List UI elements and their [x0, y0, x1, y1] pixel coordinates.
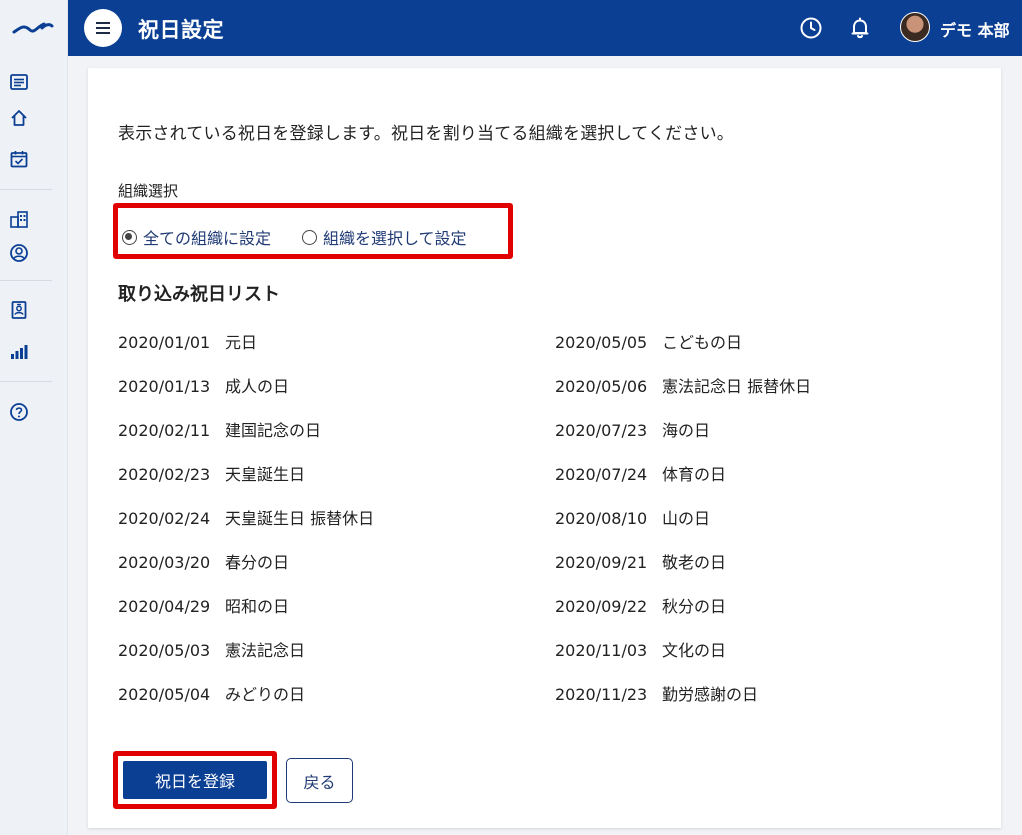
clock-icon[interactable]	[799, 16, 823, 40]
home-icon[interactable]	[9, 108, 29, 128]
list-item: 2020/11/23 勤労感謝の日	[555, 681, 758, 705]
holiday-name: 春分の日	[225, 553, 290, 572]
holiday-date: 2020/05/05	[555, 333, 648, 352]
holiday-date: 2020/07/24	[555, 465, 648, 484]
radio-all-label[interactable]: 全ての組織に設定	[143, 225, 271, 249]
list-item: 2020/05/06 憲法記念日 振替休日	[555, 373, 811, 397]
list-item: 2020/01/13 成人の日	[118, 373, 289, 397]
list-item: 2020/02/24 天皇誕生日 振替休日	[118, 505, 374, 529]
calendar-check-icon[interactable]	[9, 149, 29, 169]
list-item: 2020/09/21 敬老の日	[555, 549, 726, 573]
holiday-name: 憲法記念日 振替休日	[662, 377, 812, 396]
holiday-name: こどもの日	[662, 333, 743, 352]
holiday-date: 2020/02/23	[118, 465, 211, 484]
register-button-highlight: 祝日を登録	[113, 751, 277, 809]
org-radio-group: 全ての組織に設定 組織を選択して設定	[113, 203, 513, 259]
holiday-date: 2020/01/13	[118, 377, 211, 396]
radio-unchecked-icon[interactable]	[302, 229, 317, 245]
main-card: 表示されている祝日を登録します。祝日を割り当てる組織を選択してください。 組織選…	[88, 68, 1001, 828]
holiday-name: 勤労感謝の日	[662, 685, 759, 704]
user-circle-icon[interactable]	[9, 243, 29, 263]
holiday-name: 憲法記念日	[225, 641, 306, 660]
top-header: 祝日設定 デモ 本部	[68, 0, 1022, 56]
menu-button[interactable]	[84, 9, 122, 47]
hamburger-icon	[96, 22, 110, 24]
holiday-date: 2020/07/23	[555, 421, 648, 440]
help-icon[interactable]	[9, 402, 29, 422]
list-item: 2020/03/20 春分の日	[118, 549, 289, 573]
holiday-name: 天皇誕生日 振替休日	[225, 509, 375, 528]
intro-text: 表示されている祝日を登録します。祝日を割り当てる組織を選択してください。	[118, 124, 734, 144]
sidebar	[0, 0, 68, 835]
list-icon[interactable]	[9, 72, 29, 92]
list-item: 2020/04/29 昭和の日	[118, 593, 289, 617]
holiday-name: 文化の日	[662, 641, 727, 660]
holiday-date: 2020/05/04	[118, 685, 211, 704]
list-item: 2020/02/11 建国記念の日	[118, 417, 321, 441]
bar-chart-icon[interactable]	[9, 342, 29, 362]
list-item: 2020/05/05 こどもの日	[555, 329, 742, 353]
holiday-date: 2020/05/03	[118, 641, 211, 660]
holiday-name: 体育の日	[662, 465, 727, 484]
hamburger-icon	[96, 27, 110, 29]
radio-checked-icon[interactable]	[122, 229, 137, 245]
page-title: 祝日設定	[138, 18, 224, 42]
holiday-list-title: 取り込み祝日リスト	[118, 284, 280, 305]
holiday-name: みどりの日	[225, 685, 306, 704]
holiday-name: 元日	[225, 333, 258, 352]
holiday-date: 2020/08/10	[555, 509, 648, 528]
list-item: 2020/01/01 元日	[118, 329, 257, 353]
list-item: 2020/07/23 海の日	[555, 417, 710, 441]
holiday-name: 天皇誕生日	[225, 465, 306, 484]
holiday-name: 成人の日	[225, 377, 290, 396]
list-item: 2020/02/23 天皇誕生日	[118, 461, 305, 485]
org-select-label: 組織選択	[118, 182, 179, 200]
holiday-name: 昭和の日	[225, 597, 290, 616]
sidebar-divider	[0, 381, 52, 382]
holiday-date: 2020/02/11	[118, 421, 211, 440]
holiday-date: 2020/05/06	[555, 377, 648, 396]
building-icon[interactable]	[9, 209, 29, 229]
hamburger-icon	[96, 32, 110, 34]
radio-select-organizations[interactable]: 組織を選択して設定	[302, 225, 467, 249]
avatar[interactable]	[900, 12, 930, 42]
logo-icon[interactable]	[12, 14, 54, 40]
list-item: 2020/05/04 みどりの日	[118, 681, 305, 705]
holiday-date: 2020/01/01	[118, 333, 211, 352]
register-holidays-button[interactable]: 祝日を登録	[123, 761, 267, 799]
holiday-date: 2020/03/20	[118, 553, 211, 572]
back-button[interactable]: 戻る	[286, 758, 353, 803]
holiday-name: 海の日	[662, 421, 711, 440]
list-item: 2020/09/22 秋分の日	[555, 593, 726, 617]
holiday-name: 秋分の日	[662, 597, 727, 616]
list-item: 2020/05/03 憲法記念日	[118, 637, 305, 661]
bell-icon[interactable]	[848, 16, 872, 40]
holiday-date: 2020/02/24	[118, 509, 211, 528]
sidebar-divider	[0, 280, 52, 281]
id-badge-icon[interactable]	[9, 300, 29, 320]
holiday-date: 2020/04/29	[118, 597, 211, 616]
holiday-date: 2020/11/03	[555, 641, 648, 660]
list-item: 2020/08/10 山の日	[555, 505, 710, 529]
user-name[interactable]: デモ 本部	[940, 17, 1010, 41]
list-item: 2020/07/24 体育の日	[555, 461, 726, 485]
holiday-date: 2020/09/22	[555, 597, 648, 616]
radio-all-organizations[interactable]: 全ての組織に設定	[122, 225, 271, 249]
holiday-date: 2020/11/23	[555, 685, 648, 704]
holiday-date: 2020/09/21	[555, 553, 648, 572]
list-item: 2020/11/03 文化の日	[555, 637, 726, 661]
sidebar-divider	[0, 189, 52, 190]
holiday-name: 建国記念の日	[225, 421, 322, 440]
holiday-name: 敬老の日	[662, 553, 727, 572]
holiday-name: 山の日	[662, 509, 711, 528]
radio-select-label[interactable]: 組織を選択して設定	[323, 225, 467, 249]
